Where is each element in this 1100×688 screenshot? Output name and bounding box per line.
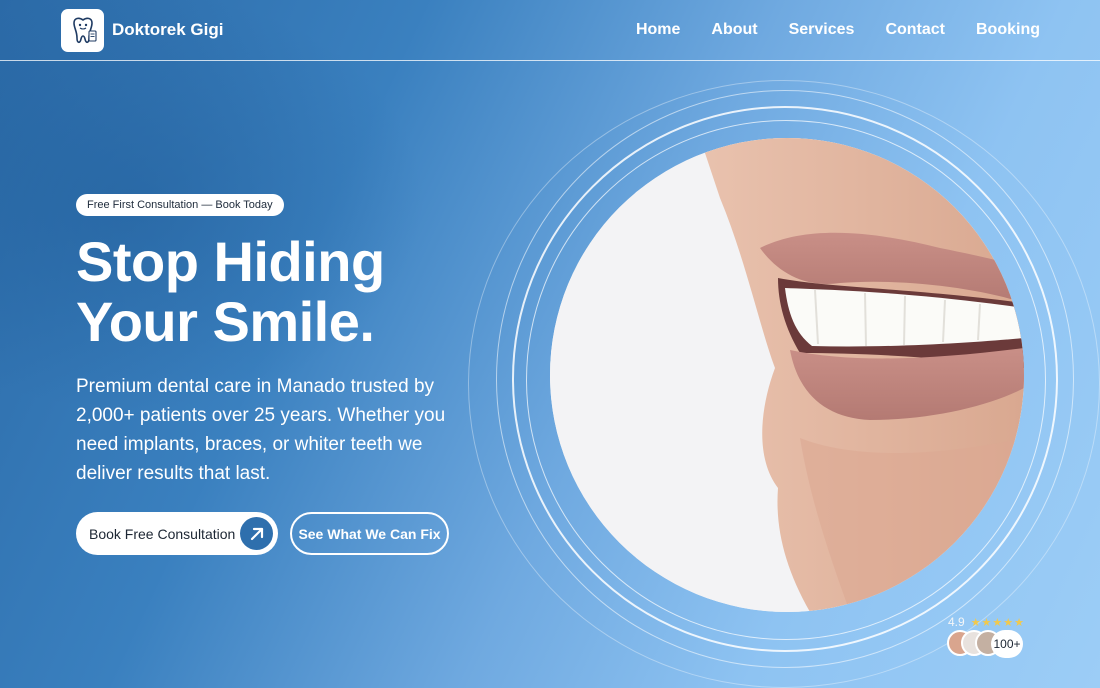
headline-line-2: Your Smile. bbox=[76, 290, 375, 353]
nav-services[interactable]: Services bbox=[789, 21, 855, 39]
main-menu: Home About Services Contact Booking bbox=[636, 21, 1040, 39]
book-consultation-label: Book Free Consultation bbox=[89, 525, 236, 542]
promo-badge: Free First Consultation — Book Today bbox=[76, 194, 284, 216]
nav-booking[interactable]: Booking bbox=[976, 21, 1040, 39]
logo[interactable] bbox=[61, 9, 104, 52]
rating-score: 4.9 bbox=[948, 615, 965, 629]
nav-home[interactable]: Home bbox=[636, 21, 680, 39]
book-consultation-button[interactable]: Book Free Consultation bbox=[76, 512, 278, 555]
hero-headline: Stop Hiding Your Smile. bbox=[76, 232, 496, 352]
rating-summary: 4.9 ★★★★★ bbox=[948, 615, 1025, 629]
patient-avatars: 100+ bbox=[947, 630, 1027, 658]
brand-name[interactable]: Doktorek Gigi bbox=[112, 20, 223, 40]
hero-description: Premium dental care in Manado trusted by… bbox=[76, 376, 446, 484]
star-rating-icon: ★★★★★ bbox=[970, 616, 1025, 629]
headline-line-1: Stop Hiding bbox=[76, 230, 385, 293]
see-services-button[interactable]: See What We Can Fix bbox=[290, 512, 449, 555]
hero-smile-image bbox=[550, 138, 1024, 612]
arrow-up-right-icon bbox=[240, 517, 273, 550]
nav-contact[interactable]: Contact bbox=[885, 21, 945, 39]
nav-about[interactable]: About bbox=[711, 21, 757, 39]
tooth-doctor-icon bbox=[72, 17, 97, 43]
patient-count-badge: 100+ bbox=[991, 630, 1023, 658]
top-navbar: Doktorek Gigi Home About Services Contac… bbox=[0, 0, 1100, 61]
